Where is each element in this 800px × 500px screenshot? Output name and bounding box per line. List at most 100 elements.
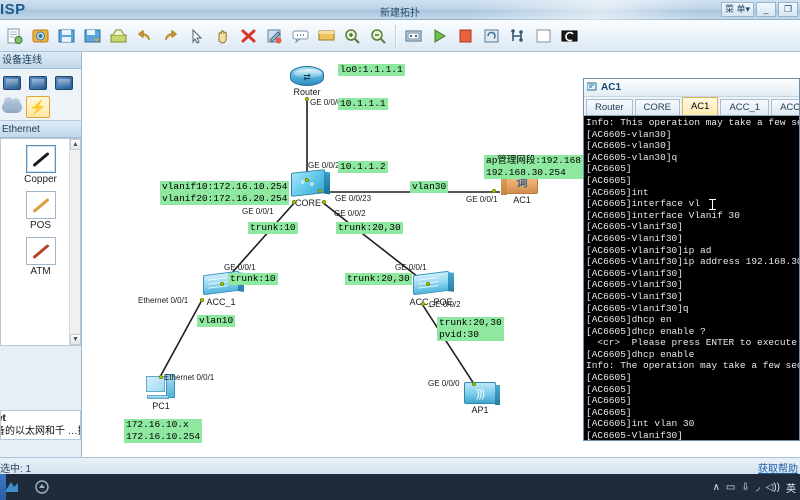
blank-button[interactable] bbox=[531, 23, 556, 49]
undo-arrow-icon bbox=[136, 28, 153, 44]
device-panel-title: 设备连线 bbox=[0, 52, 81, 69]
port-acc1-eth0-0-1 bbox=[200, 298, 204, 302]
tab-acc-1[interactable]: ACC_1 bbox=[720, 99, 770, 115]
tray-ime-icon[interactable]: 英 bbox=[786, 480, 796, 495]
stop-all-button[interactable] bbox=[453, 23, 478, 49]
iflabel-accpoe-ge0-0-2: GE 0/0/2 bbox=[429, 300, 461, 309]
tag-accpoe-ge0-0-1-trunk: trunk:20,30 bbox=[345, 273, 412, 285]
node-router[interactable]: ⇄ Router bbox=[277, 66, 337, 97]
status-bar: 选中: 1 获取帮助 bbox=[0, 457, 800, 475]
comment-button[interactable] bbox=[288, 23, 313, 49]
node-label-router: Router bbox=[293, 87, 321, 97]
open-folder-icon bbox=[32, 28, 49, 44]
console-output[interactable]: Info: This operation may take a few seco… bbox=[584, 116, 799, 440]
console-title-bar: AC1 bbox=[584, 79, 799, 97]
cursor-icon bbox=[188, 28, 205, 44]
save-button[interactable] bbox=[54, 23, 79, 49]
scroll-up-arrow-icon[interactable]: ▲ bbox=[70, 139, 80, 150]
tag-pc1-address: 172.16.10.x 172.16.10.254 bbox=[124, 419, 203, 443]
topology-tree-button[interactable] bbox=[505, 23, 530, 49]
menu-button[interactable]: 菜 单▾ bbox=[720, 2, 754, 17]
pan-tool-button[interactable] bbox=[210, 23, 235, 49]
port-core-ge0-0-24 bbox=[305, 178, 309, 182]
description-body: …备的以太网和千 …接口。 bbox=[1, 426, 80, 437]
undo-button[interactable] bbox=[132, 23, 157, 49]
node-ap1[interactable]: ))) AP1 bbox=[456, 382, 504, 415]
tag-acc1-vlan10: vlan10 bbox=[197, 315, 236, 327]
delete-button[interactable] bbox=[236, 23, 261, 49]
redo-arrow-icon bbox=[162, 28, 179, 44]
device-router-icon[interactable] bbox=[0, 72, 24, 94]
tab-core[interactable]: CORE bbox=[634, 99, 680, 115]
iflabel-ap1-ge0-0-0: GE 0/0/0 bbox=[428, 379, 460, 388]
play-triangle-icon bbox=[431, 28, 448, 44]
screenshot-icon bbox=[405, 28, 422, 44]
scroll-down-arrow-icon[interactable]: ▼ bbox=[70, 334, 80, 345]
device-wlan-icon[interactable] bbox=[52, 72, 76, 94]
media-list-scrollbar[interactable]: ▲ ▼ bbox=[69, 139, 80, 345]
port-core-ge0-0-23 bbox=[318, 189, 322, 193]
select-tool-button[interactable] bbox=[184, 23, 209, 49]
router-icon: ⇄ bbox=[290, 66, 324, 86]
new-topology-button[interactable] bbox=[2, 23, 27, 49]
get-help-link[interactable]: 获取帮助 bbox=[758, 460, 798, 475]
zoom-out-icon bbox=[370, 28, 387, 44]
iflabel-router-ge0-0-0: GE 0/0/0 bbox=[310, 98, 342, 107]
console-tabs: Router CORE AC1 ACC_1 ACC_ bbox=[584, 97, 799, 116]
open-topology-button[interactable] bbox=[28, 23, 53, 49]
taskbar-left-accent bbox=[0, 474, 6, 500]
save-icon bbox=[58, 28, 75, 44]
iflabel-acc1-eth0-0-1-up: Ethernet 0/0/1 bbox=[138, 296, 189, 305]
redo-button[interactable] bbox=[158, 23, 183, 49]
reset-button[interactable] bbox=[479, 23, 504, 49]
edit-note-button[interactable] bbox=[262, 23, 287, 49]
tag-core-ge0-0-1-trunk: trunk:10 bbox=[248, 222, 298, 234]
blank-square-icon bbox=[535, 28, 552, 44]
capture-button[interactable] bbox=[401, 23, 426, 49]
new-file-icon bbox=[6, 28, 23, 44]
device-switch-icon[interactable] bbox=[26, 72, 50, 94]
tray-chevron-up-icon[interactable]: ∧ bbox=[713, 482, 720, 493]
iflabel-ac1-ge0-0-1: GE 0/0/1 bbox=[466, 195, 498, 204]
zoom-in-button[interactable] bbox=[340, 23, 365, 49]
restore-button[interactable]: ❐ bbox=[778, 2, 798, 17]
iflabel-pc1-eth0-0-1: Ethernet 0/0/1 bbox=[164, 373, 215, 382]
tag-core-ge0-0-2-trunk: trunk:20,30 bbox=[336, 222, 403, 234]
node-label-ap1: AP1 bbox=[471, 405, 489, 415]
tab-ac1[interactable]: AC1 bbox=[681, 97, 719, 115]
ap-icon: ))) bbox=[464, 382, 500, 405]
start-all-button[interactable] bbox=[427, 23, 452, 49]
device-connection-icon[interactable]: ⚡ bbox=[26, 96, 50, 118]
rectangle-icon bbox=[318, 28, 335, 44]
hand-icon bbox=[214, 28, 231, 44]
media-list-container: Copper POS ATM ▲ ▼ bbox=[0, 138, 81, 346]
zoom-out-button[interactable] bbox=[366, 23, 391, 49]
port-core-ge0-0-1 bbox=[292, 200, 296, 204]
tag-router-ge0-0-0-ip: 10.1.1.1 bbox=[338, 98, 388, 110]
save-as-button[interactable] bbox=[80, 23, 105, 49]
tray-usb-icon[interactable]: ⇩ bbox=[741, 482, 749, 493]
console-window[interactable]: AC1 Router CORE AC1 ACC_1 ACC_ Info: Thi… bbox=[583, 78, 800, 441]
copper-cable-icon bbox=[25, 145, 56, 173]
tab-acc-partial[interactable]: ACC_ bbox=[771, 99, 799, 115]
minimize-button[interactable]: _ bbox=[756, 2, 776, 17]
device-cloud-icon[interactable] bbox=[0, 96, 24, 118]
device-palette: ⚡ bbox=[0, 69, 81, 121]
tray-network-icon[interactable]: ▭ bbox=[726, 482, 735, 493]
pos-cable-icon bbox=[25, 191, 56, 219]
tab-router[interactable]: Router bbox=[586, 99, 633, 115]
ensp-application-window: ISP 新建拓扑 菜 单▾ _ ❐ 设备连线 ⚡ Ethernet Copper… bbox=[0, 0, 800, 500]
tray-wifi-icon[interactable]: ◞ bbox=[756, 482, 760, 493]
shape-button[interactable] bbox=[314, 23, 339, 49]
tray-volume-icon[interactable]: ◁)) bbox=[766, 482, 780, 493]
tag-ap-management-segment: ap管理网段:192.168 192.168.30.254 bbox=[484, 155, 584, 179]
port-ap1-ge0-0-0 bbox=[472, 382, 476, 386]
port-pc1-eth0-0-1 bbox=[159, 375, 163, 379]
tag-core-vlanif: vlanif10:172.16.10.254 vlanif20:172.16.2… bbox=[160, 181, 290, 205]
record-button[interactable] bbox=[557, 23, 582, 49]
export-button[interactable] bbox=[106, 23, 131, 49]
iflabel-acc1-ge0-0-1: GE 0/0/1 bbox=[224, 263, 256, 272]
console-window-icon bbox=[586, 81, 598, 95]
taskbar-vbox-icon[interactable] bbox=[32, 477, 52, 497]
taskbar-apps bbox=[0, 477, 52, 497]
